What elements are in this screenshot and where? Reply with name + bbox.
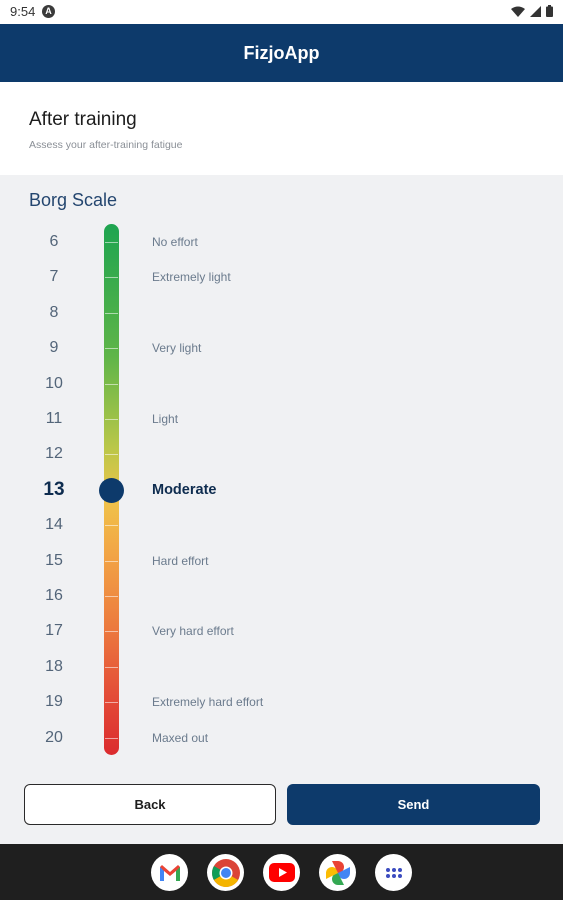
scale-row[interactable]: 10 [0, 372, 563, 396]
scale-row[interactable]: 12 [0, 442, 563, 466]
wifi-icon [511, 6, 525, 17]
photos-icon[interactable] [319, 854, 356, 891]
scale-tick [105, 454, 118, 456]
status-time: 9:54 [10, 4, 36, 19]
back-button[interactable]: Back [24, 784, 276, 825]
scale-label: No effort [152, 235, 198, 249]
scale-value: 14 [45, 516, 63, 534]
scale-value: 11 [45, 410, 63, 427]
signal-icon [530, 5, 541, 17]
scale-label: Very hard effort [152, 624, 234, 639]
scale-value: 20 [45, 728, 63, 746]
scale-value: 18 [45, 657, 63, 675]
send-button[interactable]: Send [287, 784, 540, 825]
app-title: FizjoApp [243, 43, 320, 63]
scale-value: 9 [49, 339, 59, 357]
borg-scale-slider-thumb[interactable] [99, 478, 124, 503]
scale-value: 15 [45, 551, 63, 569]
scale-value: 10 [45, 374, 63, 392]
scale-row[interactable]: 9 Very light [0, 336, 563, 360]
scale-label: Very light [152, 341, 202, 356]
scale-title: Borg Scale [29, 190, 118, 210]
scale-row[interactable]: 15 Hard effort [0, 549, 563, 573]
scale-row[interactable]: 14 [0, 513, 563, 537]
scale-row[interactable]: 16 [0, 584, 563, 608]
scale-row[interactable]: 17 Very hard effort [0, 619, 563, 643]
app-drawer-icon[interactable] [375, 854, 412, 891]
scale-value: 19 [45, 693, 63, 711]
scale-tick [105, 383, 118, 385]
page-title: After training [29, 109, 137, 130]
scale-label: Extremely hard effort [152, 695, 264, 710]
page-subtitle: Assess your after-training fatigue [29, 139, 183, 151]
scale-tick [105, 242, 118, 243]
scale-value: 16 [45, 587, 63, 604]
app-bar: FizjoApp [0, 24, 563, 82]
scale-tick [105, 560, 118, 562]
scale-value: 7 [49, 268, 59, 286]
scale-label: Extremely light [152, 270, 231, 285]
status-icons [511, 5, 553, 17]
scale-label: Hard effort [152, 553, 209, 568]
battery-icon [546, 5, 553, 17]
scale-tick [105, 666, 118, 668]
scale-row[interactable]: 11 Light [0, 407, 563, 431]
navigation-dock [0, 844, 563, 900]
scale-value: 6 [49, 233, 59, 250]
scale-row[interactable]: 13 Moderate [0, 478, 563, 502]
scale-tick [105, 277, 118, 279]
scale-value: 17 [45, 622, 63, 640]
scale-value: 12 [45, 445, 63, 463]
scale-row[interactable]: 19 Extremely hard effort [0, 690, 563, 714]
scale-tick [105, 596, 118, 597]
scale-tick [105, 419, 118, 420]
scale-value: 8 [49, 303, 59, 321]
status-bar: 9:54 A [0, 0, 563, 24]
scale-row[interactable]: 6 No effort [0, 230, 563, 254]
scale-value: 13 [43, 478, 65, 500]
scale-tick [105, 631, 118, 633]
youtube-icon[interactable] [263, 854, 300, 891]
scale-tick [105, 737, 118, 739]
scale-row[interactable]: 8 [0, 301, 563, 325]
scale-label: Moderate [152, 481, 217, 498]
scale-label: Maxed out [152, 730, 209, 745]
scale-tick [105, 702, 118, 704]
scale-tick [105, 348, 118, 350]
chrome-icon[interactable] [207, 854, 244, 891]
scale-row[interactable]: 7 Extremely light [0, 265, 563, 289]
gmail-icon[interactable] [151, 854, 188, 891]
scale-tick [105, 525, 118, 527]
scale-row[interactable]: 18 [0, 655, 563, 679]
android-auto-icon: A [42, 5, 55, 18]
scale-row[interactable]: 20 Maxed out [0, 726, 563, 750]
scale-tick [105, 312, 118, 314]
scale-label: Light [152, 412, 179, 426]
header-card: After training [0, 82, 563, 175]
